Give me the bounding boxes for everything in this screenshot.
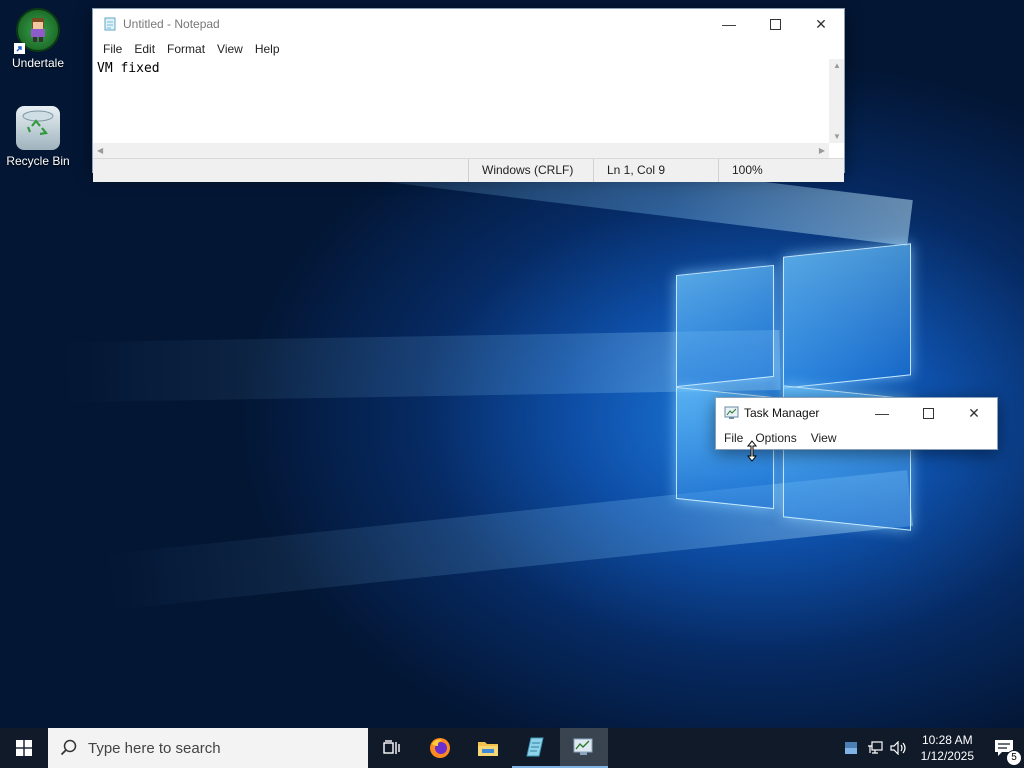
menu-view[interactable]: View <box>805 431 843 445</box>
maximize-button[interactable] <box>905 398 951 428</box>
window-title: Untitled - Notepad <box>123 17 220 31</box>
clock[interactable]: 10:28 AM 1/12/2025 <box>911 732 984 764</box>
light-beam <box>59 330 781 403</box>
menu-view[interactable]: View <box>211 42 249 56</box>
taskbar: Type here to search 10:28 AM 1/12/2025 5 <box>0 728 1024 768</box>
scroll-left-icon[interactable]: ◀ <box>97 146 103 155</box>
network-icon <box>867 741 883 754</box>
desktop-icon-recycle-bin[interactable]: Recycle Bin <box>0 106 76 168</box>
menu-format[interactable]: Format <box>161 42 211 56</box>
close-button[interactable]: ✕ <box>798 9 844 39</box>
desktop-icon-label: Undertale <box>11 56 65 70</box>
status-cursor-position: Ln 1, Col 9 <box>593 159 718 182</box>
desktop-icon-undertale[interactable]: Undertale <box>0 8 76 70</box>
shortcut-arrow-icon <box>14 43 25 54</box>
vertical-scrollbar[interactable]: ▲ ▼ <box>829 59 844 143</box>
window-title: Task Manager <box>744 406 820 420</box>
search-icon <box>60 739 80 757</box>
resize-cursor-icon <box>746 440 758 462</box>
status-line-ending: Windows (CRLF) <box>468 159 593 182</box>
menu-file[interactable]: File <box>97 42 128 56</box>
maximize-icon <box>769 18 781 30</box>
task-manager-menubar: File Options View <box>716 428 997 448</box>
close-button[interactable]: ✕ <box>951 398 997 428</box>
start-button[interactable] <box>0 728 48 768</box>
taskbar-firefox[interactable] <box>416 728 464 768</box>
action-center-button[interactable]: 5 <box>984 728 1024 768</box>
task-manager-icon <box>573 738 593 755</box>
system-tray: 10:28 AM 1/12/2025 5 <box>839 728 1024 768</box>
network-button[interactable] <box>863 728 887 768</box>
status-bar: Windows (CRLF) Ln 1, Col 9 100% <box>93 158 844 182</box>
close-icon: ✕ <box>968 404 980 421</box>
task-view-button[interactable] <box>368 728 416 768</box>
notepad-icon <box>526 737 544 757</box>
menu-file[interactable]: File <box>718 431 749 445</box>
text-editor-area[interactable]: VM fixed <box>93 59 829 143</box>
windows-start-icon <box>16 740 32 756</box>
minimize-icon: — <box>722 16 736 32</box>
minimize-button[interactable]: — <box>859 398 905 428</box>
taskbar-notepad[interactable] <box>512 728 560 768</box>
folder-icon <box>478 742 498 756</box>
scroll-up-icon[interactable]: ▲ <box>833 61 841 70</box>
notification-count-badge: 5 <box>1006 750 1022 766</box>
horizontal-scrollbar[interactable]: ◀ ▶ <box>93 143 829 158</box>
windows-logo-pane <box>783 243 911 389</box>
notepad-icon <box>103 17 117 31</box>
taskbar-file-explorer[interactable] <box>464 728 512 768</box>
desktop-icon-label: Recycle Bin <box>6 154 70 168</box>
search-placeholder: Type here to search <box>88 739 221 757</box>
tray-app-button[interactable] <box>839 728 863 768</box>
windows-logo-pane <box>676 264 774 388</box>
vm-tools-icon <box>844 742 857 754</box>
menu-edit[interactable]: Edit <box>128 42 161 56</box>
volume-icon <box>890 741 906 755</box>
taskbar-task-manager[interactable] <box>560 728 608 768</box>
notepad-window[interactable]: Untitled - Notepad — ✕ File Edit Format … <box>92 8 845 182</box>
status-zoom: 100% <box>718 159 844 182</box>
firefox-icon <box>430 738 450 758</box>
scroll-right-icon[interactable]: ▶ <box>819 146 825 155</box>
maximize-icon <box>922 407 934 419</box>
task-view-icon <box>383 740 400 754</box>
scroll-down-icon[interactable]: ▼ <box>833 132 841 141</box>
minimize-button[interactable]: — <box>706 9 752 39</box>
clock-time: 10:28 AM <box>921 733 973 747</box>
volume-button[interactable] <box>887 728 911 768</box>
minimize-icon: — <box>875 405 889 421</box>
task-manager-icon <box>724 406 739 420</box>
task-manager-titlebar[interactable]: Task Manager — ✕ <box>716 398 997 428</box>
undertale-icon <box>14 8 60 54</box>
close-icon: ✕ <box>815 15 827 32</box>
notepad-titlebar[interactable]: Untitled - Notepad — ✕ <box>93 9 844 39</box>
notepad-menubar: File Edit Format View Help <box>93 39 844 59</box>
search-box[interactable]: Type here to search <box>48 728 368 768</box>
menu-help[interactable]: Help <box>249 42 286 56</box>
recycle-bin-icon <box>16 106 60 150</box>
maximize-button[interactable] <box>752 9 798 39</box>
clock-date: 1/12/2025 <box>920 749 974 763</box>
